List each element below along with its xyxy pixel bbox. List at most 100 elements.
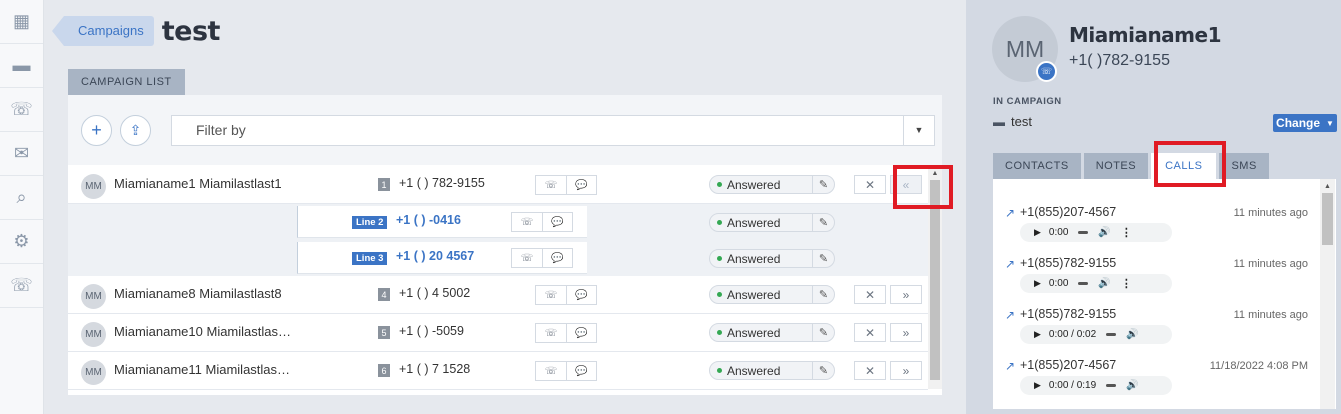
more-options-icon[interactable]: ⋮: [1121, 226, 1132, 239]
add-button[interactable]: +: [81, 114, 112, 146]
sms-icon[interactable]: 💬: [566, 286, 596, 304]
edit-icon[interactable]: ✎: [812, 176, 834, 193]
change-campaign-button[interactable]: Change ▼: [1273, 114, 1337, 132]
call-icon[interactable]: ☏: [512, 249, 542, 267]
breadcrumb-campaigns-link[interactable]: Campaigns: [52, 16, 154, 46]
scroll-up-icon[interactable]: ▲: [1320, 179, 1335, 193]
close-icon: ✕: [864, 287, 876, 302]
contact-phone: +1( )782-9155: [1069, 52, 1170, 69]
phone-number[interactable]: +1 ( ) -0416: [396, 213, 461, 227]
sidebar-item[interactable]: ▬: [0, 44, 43, 88]
status-select[interactable]: Answered ✎: [709, 323, 835, 342]
tab-contacts[interactable]: CONTACTS: [993, 153, 1081, 179]
status-label: Answered: [727, 363, 781, 378]
edit-icon[interactable]: ✎: [812, 214, 834, 231]
scrollbar-thumb[interactable]: [930, 180, 940, 380]
progress-bar[interactable]: [1106, 384, 1117, 387]
edit-icon[interactable]: ✎: [812, 362, 834, 379]
play-icon[interactable]: ▶: [1034, 380, 1041, 391]
table-row[interactable]: MM Miamianame10 Miamilastlas… 5 +1 ( ) -505…: [68, 314, 928, 352]
call-icon[interactable]: ☏: [536, 176, 566, 194]
sms-icon[interactable]: 💬: [542, 213, 572, 231]
edit-icon[interactable]: ✎: [812, 250, 834, 267]
tab-notes[interactable]: NOTES: [1083, 153, 1149, 179]
sms-icon[interactable]: 💬: [566, 324, 596, 342]
sidebar-item[interactable]: ☏: [0, 264, 43, 308]
outgoing-call-icon: ↗: [1005, 257, 1016, 271]
contact-name[interactable]: Miamianame1 Miamilastlast1: [114, 176, 282, 191]
remove-button[interactable]: ✕: [854, 323, 886, 342]
campaign-info: ▬ test: [993, 114, 1032, 129]
edit-icon[interactable]: ✎: [812, 324, 834, 341]
table-row[interactable]: MM Miamianame8 Miamilastlast8 4 +1 ( ) 4 50…: [68, 276, 928, 314]
search-icon: ⌕: [16, 187, 27, 207]
call-icon[interactable]: ☏: [512, 213, 542, 231]
expand-button[interactable]: »: [890, 361, 922, 380]
audio-player[interactable]: ▶ 0:00 / 0:19 🔊: [1020, 376, 1172, 395]
phone-list-icon: ☏: [10, 99, 33, 119]
expand-button[interactable]: »: [890, 285, 922, 304]
table-row[interactable]: MM Miamianame11 Miamilastlas… 6 +1 ( ) 7 15…: [68, 352, 928, 390]
scrollbar-thumb[interactable]: [1322, 193, 1333, 245]
call-icon[interactable]: ☏: [536, 286, 566, 304]
remove-button[interactable]: ✕: [854, 285, 886, 304]
call-icon[interactable]: ☏: [536, 362, 566, 380]
sms-icon[interactable]: 💬: [566, 362, 596, 380]
sidebar-item[interactable]: ▦: [0, 0, 43, 44]
sms-icon[interactable]: 💬: [566, 176, 596, 194]
contact-name[interactable]: Miamianame8 Miamilastlast8: [114, 286, 282, 301]
progress-bar[interactable]: [1078, 282, 1089, 285]
sidebar-item[interactable]: ⚙: [0, 220, 43, 264]
outgoing-call-icon: ↗: [1005, 308, 1016, 322]
play-icon[interactable]: ▶: [1034, 227, 1041, 238]
progress-bar[interactable]: [1106, 333, 1117, 336]
line-tag: Line 2: [352, 216, 388, 229]
campaign-list-tab[interactable]: CAMPAIGN LIST: [68, 69, 185, 95]
phone-actions: ☏ 💬: [511, 212, 573, 232]
contact-name[interactable]: Miamianame11 Miamilastlas…: [114, 362, 290, 377]
avatar: MM: [81, 360, 106, 385]
sidebar-item[interactable]: ✉: [0, 132, 43, 176]
call-icon[interactable]: ☏: [536, 324, 566, 342]
volume-icon[interactable]: 🔊: [1098, 227, 1110, 238]
close-icon: ✕: [864, 325, 876, 340]
status-select[interactable]: Answered ✎: [709, 175, 835, 194]
status-select[interactable]: Answered ✎: [709, 285, 835, 304]
phone-forward-icon: ☏: [10, 275, 33, 295]
phone-number[interactable]: +1 ( ) 20 4567: [396, 249, 474, 263]
sidebar-item[interactable]: ⌕: [0, 176, 43, 220]
briefcase-icon: ▬: [12, 55, 31, 75]
avatar: MM: [81, 284, 106, 309]
remove-button[interactable]: ✕: [854, 175, 886, 194]
tab-sms[interactable]: SMS: [1219, 153, 1269, 179]
status-select[interactable]: Answered ✎: [709, 249, 835, 268]
in-campaign-label: IN CAMPAIGN: [993, 96, 1062, 107]
upload-button[interactable]: ⇪: [120, 114, 151, 146]
highlight-box-calls-tab: [1154, 141, 1226, 187]
sms-icon[interactable]: 💬: [542, 249, 572, 267]
volume-icon[interactable]: 🔊: [1126, 380, 1138, 391]
audio-player[interactable]: ▶ 0:00 🔊 ⋮: [1020, 223, 1172, 242]
audio-player[interactable]: ▶ 0:00 / 0:02 🔊: [1020, 325, 1172, 344]
status-select[interactable]: Answered ✎: [709, 361, 835, 380]
table-row[interactable]: MM Miamianame1 Miamilastlast1 1 +1 ( ) 782-…: [68, 166, 928, 204]
play-icon[interactable]: ▶: [1034, 278, 1041, 289]
main-area: Campaigns test CAMPAIGN LIST + ⇪ Filter …: [44, 0, 966, 414]
volume-icon[interactable]: 🔊: [1126, 329, 1138, 340]
status-select[interactable]: Answered ✎: [709, 213, 835, 232]
volume-icon[interactable]: 🔊: [1098, 278, 1110, 289]
remove-button[interactable]: ✕: [854, 361, 886, 380]
play-icon[interactable]: ▶: [1034, 329, 1041, 340]
calls-scrollbar[interactable]: ▲: [1320, 179, 1335, 409]
contact-name[interactable]: Miamianame10 Miamilastlas…: [114, 324, 291, 339]
progress-bar[interactable]: [1078, 231, 1089, 234]
sidebar-item[interactable]: ☏: [0, 88, 43, 132]
expand-button[interactable]: »: [890, 323, 922, 342]
chevron-down-icon[interactable]: ▼: [903, 115, 934, 145]
audio-player[interactable]: ▶ 0:00 🔊 ⋮: [1020, 274, 1172, 293]
status-dot: [717, 182, 722, 187]
phone-actions: ☏ 💬: [535, 361, 597, 381]
edit-icon[interactable]: ✎: [812, 286, 834, 303]
filter-select[interactable]: Filter by ▼: [171, 114, 935, 146]
more-options-icon[interactable]: ⋮: [1121, 277, 1132, 290]
